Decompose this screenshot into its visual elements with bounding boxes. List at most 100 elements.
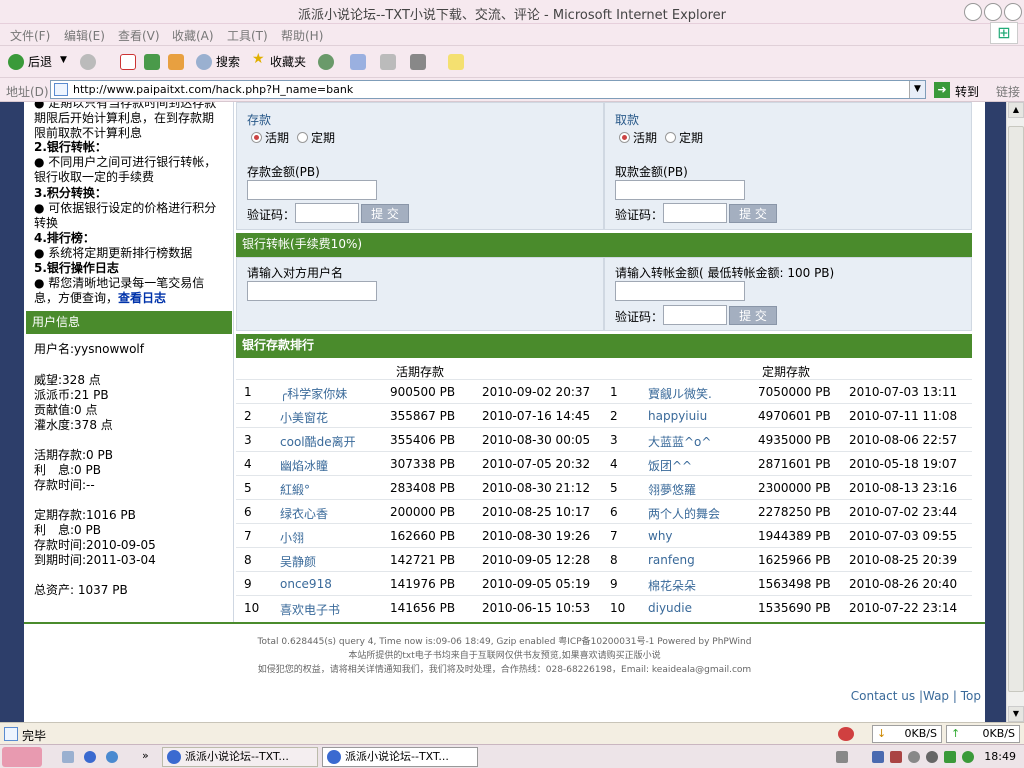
ranking-username-link[interactable]: 紅緞°: [280, 481, 310, 498]
home-icon[interactable]: [168, 54, 184, 70]
ranking-username-link[interactable]: happyiuiu: [648, 409, 707, 423]
search-button[interactable]: 搜索: [216, 53, 240, 70]
ranking-username-link[interactable]: 寳觎ル微笑.: [648, 385, 712, 402]
tray-network-icon[interactable]: [872, 751, 884, 763]
ranking-username-link[interactable]: 幽焰冰瞳: [280, 457, 328, 474]
top-link[interactable]: Top: [961, 689, 981, 703]
start-button[interactable]: [2, 747, 42, 767]
links-button[interactable]: 链接: [996, 83, 1020, 100]
withdraw-captcha-label: 验证码：: [615, 208, 664, 222]
history-icon[interactable]: [318, 54, 334, 70]
quicklaunch-more-icon[interactable]: »: [142, 749, 149, 762]
go-button[interactable]: 转到: [955, 83, 979, 100]
note-icon[interactable]: [448, 54, 464, 70]
forward-arrow-icon[interactable]: [80, 54, 96, 70]
ranking-username-link[interactable]: 棉花朵朵: [648, 577, 696, 594]
tray-keyboard-icon[interactable]: [836, 751, 848, 763]
menu-view[interactable]: 查看(V): [118, 27, 160, 44]
mail-icon[interactable]: [350, 54, 366, 70]
ranking-cell: 5: [244, 481, 252, 495]
ranking-username-link[interactable]: 两个人的舞会: [648, 505, 720, 522]
ranking-username-link[interactable]: why: [648, 529, 673, 543]
ranking-username-link[interactable]: 绿衣心香: [280, 505, 328, 522]
scroll-thumb[interactable]: [1008, 126, 1024, 692]
maximize-button[interactable]: [984, 3, 1002, 21]
table-row: 8 吴静颜 142721 PB 2010-09-05 12:28 8 ranfeng 162…: [236, 547, 972, 571]
menu-tools[interactable]: 工具(T): [227, 27, 268, 44]
vertical-scrollbar[interactable]: ▲ ▼: [1006, 102, 1024, 722]
scroll-up-icon[interactable]: ▲: [1008, 102, 1024, 118]
minimize-button[interactable]: [964, 3, 982, 21]
menu-favorites[interactable]: 收藏(A): [172, 27, 214, 44]
ranking-username-link[interactable]: 大蓝蓝^o^: [648, 433, 711, 450]
ranking-cell: 1563498 PB: [758, 577, 831, 591]
ranking-username-link[interactable]: 喜欢电子书: [280, 601, 340, 618]
quicklaunch-browser-icon[interactable]: [106, 751, 118, 763]
withdraw-amount-input[interactable]: [615, 180, 745, 200]
tray-app-icon[interactable]: [908, 751, 920, 763]
address-dropdown-icon[interactable]: ▼: [909, 81, 925, 98]
tray-app2-icon[interactable]: [926, 751, 938, 763]
refresh-icon[interactable]: [144, 54, 160, 70]
ranking-username-link[interactable]: 小翎: [280, 529, 304, 546]
scroll-down-icon[interactable]: ▼: [1008, 706, 1024, 722]
ranking-cell: 2010-08-25 20:39: [849, 553, 958, 567]
deposit-option-fixed[interactable]: 定期: [297, 129, 335, 146]
stop-icon[interactable]: [120, 54, 136, 70]
withdraw-captcha-input[interactable]: [663, 203, 727, 223]
favorites-button[interactable]: 收藏夹: [270, 53, 306, 70]
tray-volume-icon[interactable]: [890, 751, 902, 763]
ranking-username-link[interactable]: once918: [280, 577, 332, 591]
quicklaunch-desktop-icon[interactable]: [62, 751, 74, 763]
ranking-username-link[interactable]: 饭团^^: [648, 457, 692, 474]
transfer-user-input[interactable]: [247, 281, 377, 301]
deposit-submit-button[interactable]: 提 交: [361, 204, 409, 223]
transfer-submit-button[interactable]: 提 交: [729, 306, 777, 325]
status-bar: 完毕 ↓ 0KB/S ↑ 0KB/S: [0, 722, 1024, 744]
ranking-username-link[interactable]: 翎夢悠羅: [648, 481, 696, 498]
withdraw-option-fixed[interactable]: 定期: [665, 129, 703, 146]
ranking-username-link[interactable]: 吴静颜: [280, 553, 316, 570]
wap-link[interactable]: Wap: [923, 689, 949, 703]
taskbar-task-2[interactable]: 派派小说论坛--TXT...: [322, 747, 478, 767]
print-icon[interactable]: [380, 54, 396, 70]
view-log-link[interactable]: 查看日志: [118, 291, 166, 305]
section-log-heading: 5.银行操作日志: [34, 261, 119, 275]
table-row: 6 绿衣心香 200000 PB 2010-08-25 10:17 6 两个人的舞会 227…: [236, 499, 972, 523]
back-dropdown-icon[interactable]: ▼: [60, 55, 67, 65]
ranking-username-link[interactable]: 小美窗花: [280, 409, 328, 426]
ranking-username-link[interactable]: diyudie: [648, 601, 692, 615]
withdraw-submit-button[interactable]: 提 交: [729, 204, 777, 223]
ranking-cell: 4970601 PB: [758, 409, 831, 423]
deposit-captcha-input[interactable]: [295, 203, 359, 223]
go-arrow-icon[interactable]: ➜: [934, 82, 950, 98]
tray-shield-icon[interactable]: [944, 751, 956, 763]
post-count: 灌水度:378 点: [34, 418, 113, 432]
edit-icon[interactable]: [410, 54, 426, 70]
title-bar: 派派小说论坛--TXT小说下载、交流、评论 - Microsoft Intern…: [0, 0, 1024, 24]
ie-icon: [327, 750, 341, 764]
deposit-amount-input[interactable]: [247, 180, 377, 200]
menu-edit[interactable]: 编辑(E): [64, 27, 105, 44]
ranking-username-link[interactable]: ranfeng: [648, 553, 695, 567]
ranking-title: 银行存款排行: [236, 334, 972, 358]
close-button[interactable]: [1004, 3, 1022, 21]
ranking-cell: 3: [610, 433, 618, 447]
withdraw-option-current[interactable]: 活期: [619, 129, 657, 146]
transfer-amount-input[interactable]: [615, 281, 745, 301]
menu-help[interactable]: 帮助(H): [281, 27, 323, 44]
ranking-username-link[interactable]: cool酷de离开: [280, 433, 356, 450]
address-input[interactable]: http://www.paipaitxt.com/hack.php?H_name…: [50, 80, 926, 99]
tray-safe-icon[interactable]: [962, 751, 974, 763]
radio-icon: [297, 132, 308, 143]
transfer-captcha-input[interactable]: [663, 305, 727, 325]
ranking-username-link[interactable]: ╭科学家你妹: [280, 385, 347, 402]
deposit-option-current[interactable]: 活期: [251, 129, 289, 146]
right-border: [985, 102, 1006, 722]
contact-us-link[interactable]: Contact us: [851, 689, 915, 703]
ranking-cell: 9: [610, 577, 618, 591]
back-button[interactable]: 后退: [28, 53, 52, 70]
menu-file[interactable]: 文件(F): [10, 27, 50, 44]
taskbar-task-1[interactable]: 派派小说论坛--TXT...: [162, 747, 318, 767]
quicklaunch-ie-icon[interactable]: [84, 751, 96, 763]
